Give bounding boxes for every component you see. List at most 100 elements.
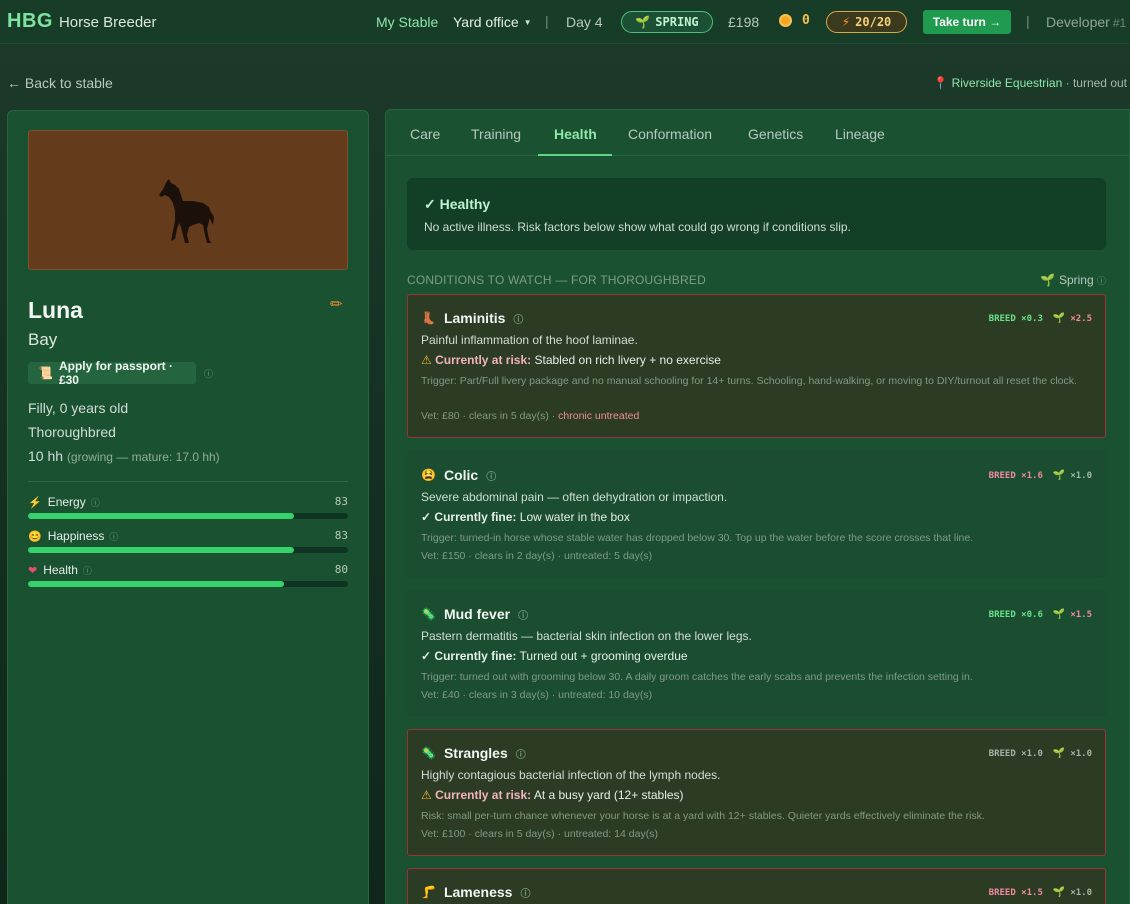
condition-card-laminitis: 👢 Laminitis ⓘ BREED ×0.3 🌱 ×2.5 Painful infl…	[407, 294, 1106, 438]
condition-trigger: Trigger: Part/Full livery package and no…	[421, 375, 1077, 387]
coin-count: 0	[802, 13, 810, 28]
condition-status: ⚠ Currently at risk: Stabled on rich liv…	[421, 353, 721, 367]
lightning-icon: ⚡	[28, 496, 42, 509]
info-icon[interactable]: ⓘ	[83, 564, 92, 577]
condition-vet: Vet: £80 · clears in 5 day(s) · chronic …	[421, 410, 639, 422]
info-icon[interactable]: ⓘ	[513, 311, 523, 326]
check-icon: ✓	[421, 510, 432, 524]
stat-value: 80	[334, 563, 348, 576]
stat-health: ❤ Health ⓘ 80	[28, 563, 348, 589]
horse-age: Filly, 0 years old	[28, 400, 129, 416]
condition-modifiers: BREED ×1.5 🌱 ×1.0	[989, 887, 1092, 898]
money-balance: £198	[728, 14, 760, 30]
pencil-icon[interactable]: ✏	[330, 295, 343, 313]
tab-health[interactable]: Health	[554, 126, 597, 142]
condition-card-mud-fever: 🦠 Mud fever ⓘ BREED ×0.6 🌱 ×1.5 Pastern derm…	[407, 590, 1106, 716]
health-status-card: ✓ Healthy No active illness. Risk factor…	[407, 178, 1106, 250]
status-prefix: Currently at risk:	[435, 353, 532, 367]
condition-title: 🦠 Strangles ⓘ	[421, 745, 526, 761]
brand-logo[interactable]: HBG	[7, 10, 53, 33]
horse-detail-panel: Care Training Health Conformation Geneti…	[385, 109, 1130, 904]
breed-modifier: BREED ×0.6	[988, 609, 1043, 620]
apply-passport-button[interactable]: 📜 Apply for passport · £30	[28, 359, 196, 387]
stat-label-energy: ⚡ Energy ⓘ	[28, 495, 100, 509]
condition-modifiers: BREED ×1.0 🌱 ×1.0	[989, 748, 1092, 759]
smiley-icon: 😊	[28, 530, 42, 543]
stat-bar-fill	[28, 513, 294, 519]
season-modifier: ×1.5	[1070, 609, 1092, 620]
developer-label[interactable]: Developer	[1046, 14, 1110, 30]
condition-modifiers: BREED ×0.6 🌱 ×1.5	[989, 609, 1092, 620]
stat-name: Health	[43, 563, 78, 577]
breed-modifier: BREED ×1.6	[988, 470, 1043, 481]
condition-modifiers: BREED ×0.3 🌱 ×2.5	[989, 313, 1092, 324]
info-icon[interactable]: ⓘ	[109, 530, 118, 543]
brand-name[interactable]: Horse Breeder	[59, 14, 157, 31]
take-turn-button[interactable]: Take turn →	[923, 10, 1011, 34]
back-to-stable-link[interactable]: ← Back to stable	[7, 75, 113, 91]
tab-lineage[interactable]: Lineage	[835, 126, 885, 142]
tab-conformation[interactable]: Conformation	[628, 126, 712, 142]
leg-icon: 🦵	[421, 885, 436, 899]
stat-label-happiness: 😊 Happiness ⓘ	[28, 529, 118, 543]
location-name[interactable]: Riverside Equestrian	[952, 76, 1063, 90]
info-icon[interactable]: ⓘ	[518, 607, 528, 622]
tab-training[interactable]: Training	[471, 126, 521, 142]
sprout-icon: 🌱	[1052, 313, 1066, 324]
stat-happiness: 😊 Happiness ⓘ 83	[28, 529, 348, 555]
nav-yard-office-label[interactable]: Yard office	[453, 14, 519, 30]
sprout-icon: 🌱	[635, 15, 651, 29]
chevron-down-icon[interactable]: ▼	[524, 18, 532, 27]
microbe-icon: 🦠	[421, 607, 436, 621]
info-icon[interactable]: ⓘ	[204, 367, 213, 380]
tab-genetics[interactable]: Genetics	[748, 126, 803, 142]
condition-desc: Pastern dermatitis — bacterial skin infe…	[421, 629, 752, 643]
info-icon[interactable]: ⓘ	[1097, 276, 1106, 286]
pin-icon: 📍	[933, 76, 949, 90]
developer-account[interactable]: Developer #1	[1046, 14, 1126, 30]
status-prefix: Currently at risk:	[435, 788, 532, 802]
breed-modifier: BREED ×0.3	[988, 313, 1043, 324]
status-text: Low water in the box	[519, 510, 630, 524]
condition-vet: Vet: £40 · clears in 3 day(s) · untreate…	[421, 689, 653, 701]
status-prefix: Currently fine:	[434, 510, 517, 524]
active-tab-indicator	[538, 154, 612, 156]
stat-name: Energy	[47, 495, 86, 509]
condition-name: Mud fever	[443, 606, 511, 622]
nav-my-stable[interactable]: My Stable	[376, 14, 438, 30]
check-icon: ✓	[421, 649, 432, 663]
lightning-icon: ⚡	[841, 15, 851, 29]
condition-name: Strangles	[443, 745, 508, 761]
foal-silhouette-icon	[159, 179, 214, 243]
info-icon[interactable]: ⓘ	[486, 468, 496, 483]
stat-bar-fill	[28, 581, 284, 587]
divider	[28, 481, 348, 482]
tab-care[interactable]: Care	[410, 126, 440, 142]
horse-height: 10 hh (growing — mature: 17.0 hh)	[28, 448, 220, 464]
condition-vet: Vet: £100 · clears in 5 day(s) · untreat…	[421, 828, 658, 840]
developer-number[interactable]: #1	[1113, 16, 1126, 30]
heart-icon: ❤	[28, 564, 38, 577]
tab-bar: Care Training Health Conformation Geneti…	[386, 110, 1129, 156]
warning-icon: ⚠	[421, 788, 432, 802]
season-modifier: ×1.0	[1070, 748, 1092, 759]
status-text: Turned out + grooming overdue	[519, 649, 688, 663]
condition-desc: Painful inflammation of the hoof laminae…	[421, 333, 638, 347]
nav-yard-office[interactable]: Yard office ▼	[453, 14, 532, 30]
stat-label-health: ❤ Health ⓘ	[28, 563, 92, 577]
stat-value: 83	[334, 529, 348, 542]
condition-name: Colic	[443, 467, 479, 483]
condition-trigger: Trigger: turned-in horse whose stable wa…	[421, 532, 974, 544]
condition-modifiers: BREED ×1.6 🌱 ×1.0	[989, 470, 1092, 481]
horse-breed: Thoroughbred	[28, 424, 116, 440]
info-icon[interactable]: ⓘ	[516, 746, 526, 761]
stat-bar-fill	[28, 547, 294, 553]
apply-passport-label: Apply for passport · £30	[58, 359, 173, 387]
info-icon[interactable]: ⓘ	[91, 496, 100, 509]
season-modifier: ×2.5	[1070, 313, 1092, 324]
status-text: Stabled on rich livery + no exercise	[534, 353, 721, 367]
condition-card-colic: 😫 Colic ⓘ BREED ×1.6 🌱 ×1.0 Severe abdominal…	[407, 451, 1106, 577]
brand[interactable]: HBG Horse Breeder	[7, 10, 157, 33]
condition-status: ✓ Currently fine: Turned out + grooming …	[421, 649, 688, 663]
info-icon[interactable]: ⓘ	[520, 885, 530, 900]
